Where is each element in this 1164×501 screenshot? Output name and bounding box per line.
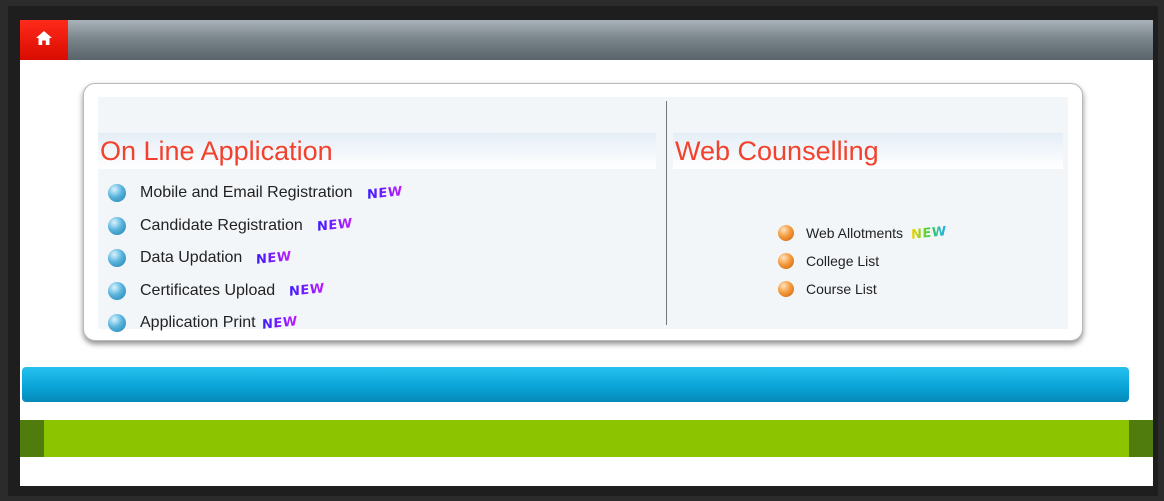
web-counselling-title: Web Counselling xyxy=(673,133,1063,169)
new-badge: NEW xyxy=(366,183,403,203)
home-button[interactable] xyxy=(20,20,68,60)
online-application-list: Mobile and Email Registration NEW Candid… xyxy=(108,177,402,340)
links-panel-inner: On Line Application Mobile and Email Reg… xyxy=(98,97,1068,333)
menu-item-course-list[interactable]: Course List xyxy=(778,275,947,303)
menu-item-label[interactable]: Course List xyxy=(806,281,877,297)
orange-bullet-icon xyxy=(778,225,794,241)
blue-bullet-icon xyxy=(108,281,126,300)
green-footer-bar xyxy=(20,420,1153,457)
menu-item-candidate-registration[interactable]: Candidate Registration NEW xyxy=(108,210,402,243)
menu-item-label[interactable]: Data Updation xyxy=(140,249,242,267)
green-bar-left-cap xyxy=(20,420,44,457)
green-bar-right-cap xyxy=(1129,420,1153,457)
menu-item-certificates-upload[interactable]: Certificates Upload NEW xyxy=(108,275,402,308)
menu-item-label[interactable]: Mobile and Email Registration xyxy=(140,184,353,202)
blue-bullet-icon xyxy=(108,249,126,268)
blue-bullet-icon xyxy=(108,184,126,203)
top-navbar xyxy=(20,20,1153,60)
menu-item-college-list[interactable]: College List xyxy=(778,247,947,275)
blue-bullet-icon xyxy=(108,314,126,333)
blue-banner-bar xyxy=(22,367,1129,402)
menu-item-label[interactable]: Candidate Registration xyxy=(140,217,303,235)
footer-blank xyxy=(20,457,1153,486)
links-panel: On Line Application Mobile and Email Reg… xyxy=(83,83,1083,341)
orange-bullet-icon xyxy=(778,253,794,269)
online-application-title: On Line Application xyxy=(98,133,656,169)
menu-item-application-print[interactable]: Application Print NEW xyxy=(108,307,402,340)
blue-bullet-icon xyxy=(108,216,126,235)
new-badge: NEW xyxy=(261,313,298,333)
orange-bullet-icon xyxy=(778,281,794,297)
online-application-section: On Line Application Mobile and Email Reg… xyxy=(98,97,666,333)
new-badge: NEW xyxy=(316,216,353,236)
page: On Line Application Mobile and Email Reg… xyxy=(20,20,1153,486)
new-badge: NEW xyxy=(289,281,325,301)
menu-item-data-updation[interactable]: Data Updation NEW xyxy=(108,242,402,275)
home-icon xyxy=(35,30,53,51)
menu-item-label[interactable]: Web Allotments xyxy=(806,225,903,241)
column-divider xyxy=(666,101,667,325)
menu-item-mobile-email-registration[interactable]: Mobile and Email Registration NEW xyxy=(108,177,402,210)
new-badge: NEW xyxy=(911,223,947,243)
menu-item-label[interactable]: Application Print xyxy=(140,314,256,332)
web-counselling-section: Web Counselling Web Allotments NEW Colle… xyxy=(673,97,1068,329)
menu-item-label[interactable]: College List xyxy=(806,253,879,269)
web-counselling-list: Web Allotments NEW College List Course L… xyxy=(778,219,947,303)
new-badge: NEW xyxy=(256,248,292,268)
menu-item-label[interactable]: Certificates Upload xyxy=(140,282,275,300)
menu-item-web-allotments[interactable]: Web Allotments NEW xyxy=(778,219,947,247)
